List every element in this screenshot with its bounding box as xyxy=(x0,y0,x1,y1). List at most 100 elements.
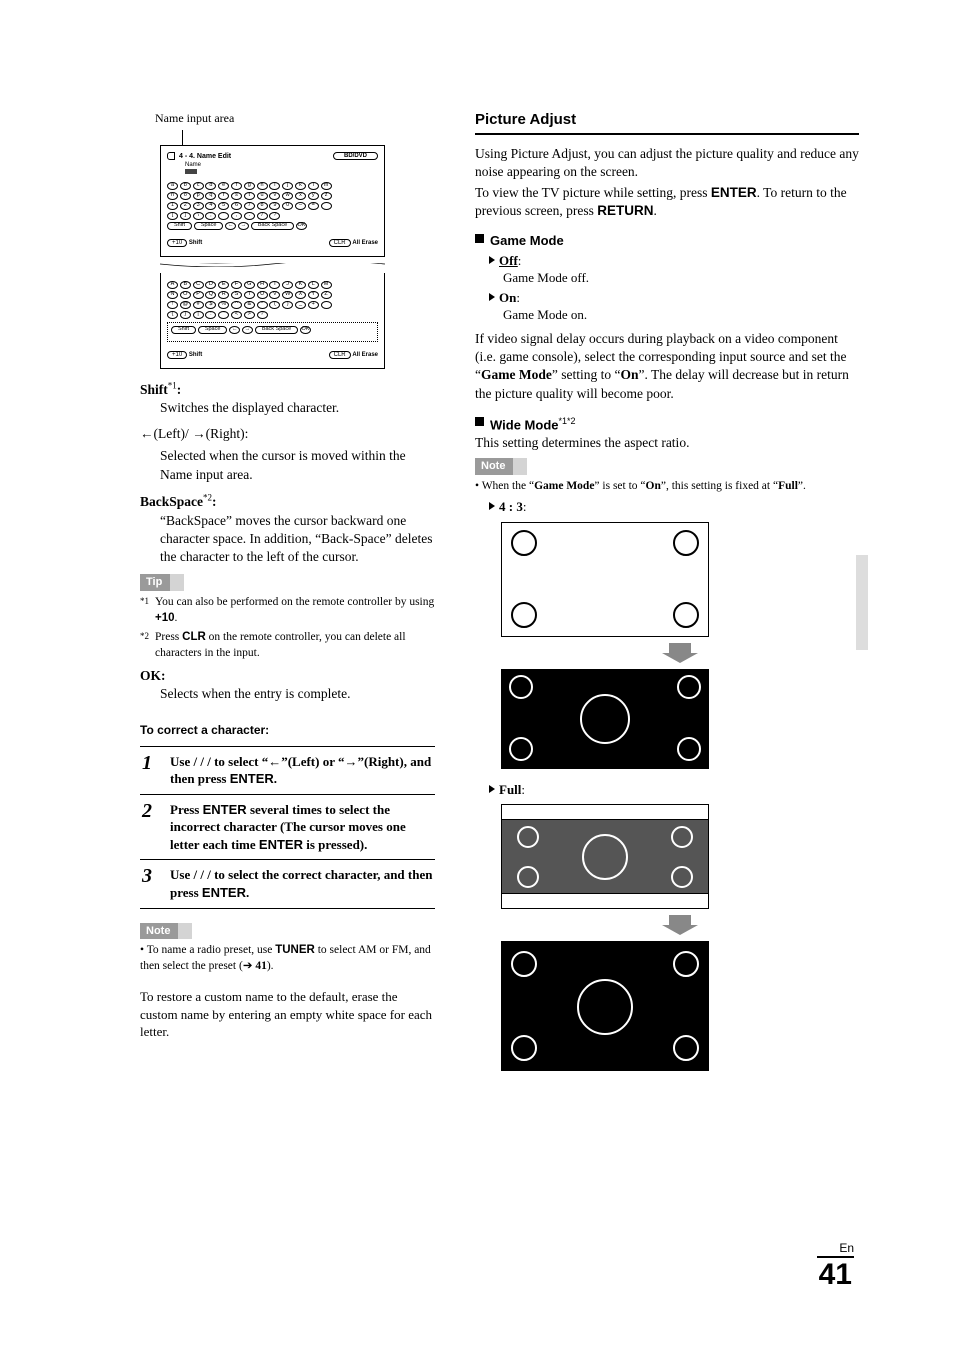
osd-foot-row-2: +10 Shift CLR All Erase xyxy=(167,352,378,358)
osd-key: + xyxy=(308,301,319,309)
osd-fn-dotted: ShiftSpace←→Back SpaceOK xyxy=(167,322,378,342)
osd-key: 4 xyxy=(205,202,216,210)
osd-key: m xyxy=(321,182,332,190)
ok-desc: Selects when the entry is complete. xyxy=(160,685,435,703)
osd-key: E xyxy=(218,281,229,289)
osd-key: Q xyxy=(205,291,216,299)
osd-fn-key: OK xyxy=(300,326,311,334)
diagram-full xyxy=(501,804,859,1071)
osd-uppercase-screen: ABCDEFGHIJKLMNOPQRSTUVWXYZ!@#$%^&*()_+{}… xyxy=(160,267,385,369)
step-1: 1 Use / / / to select “←”(Left) or “→”(R… xyxy=(140,747,435,795)
pa-intro-1: Using Picture Adjust, you can adjust the… xyxy=(475,145,859,181)
wide-mode-section: Wide Mode*1*2 xyxy=(475,415,859,434)
backspace-block: BackSpace*2: “BackSpace” moves the curso… xyxy=(140,492,435,566)
osd-fn-key: Space xyxy=(194,222,224,230)
osd-key: J xyxy=(282,281,293,289)
osd-key: n xyxy=(167,192,178,200)
osd-key: c xyxy=(193,182,204,190)
osd-key: p xyxy=(193,192,204,200)
osd-key: X xyxy=(295,291,306,299)
game-off-desc: Game Mode off. xyxy=(503,269,859,287)
osd-key: N xyxy=(167,291,178,299)
osd-key: $ xyxy=(205,301,216,309)
osd-key: ^ xyxy=(231,301,242,309)
osd-key: [ xyxy=(167,212,178,220)
note-badge-right: Note xyxy=(475,458,527,475)
osd-key: s xyxy=(231,192,242,200)
game-mode-title: Game Mode xyxy=(490,232,564,250)
osd-key: b xyxy=(180,182,191,190)
side-tab xyxy=(856,555,868,650)
osd-key: * xyxy=(257,301,268,309)
osd-key: o xyxy=(180,192,191,200)
osd-key: 6 xyxy=(231,202,242,210)
osd-key: – xyxy=(295,202,306,210)
osd-key: 7 xyxy=(244,202,255,210)
section-bullet-icon xyxy=(475,417,484,426)
osd-foot-row: +10 Shift CLR All Erase xyxy=(167,240,378,246)
arrows-label: ←(Left)/ →(Right): xyxy=(140,425,435,443)
osd-key: H xyxy=(257,281,268,289)
osd-cursor xyxy=(185,169,197,174)
osd-source-badge: BD/DVD xyxy=(333,152,378,160)
osd-key: 3 xyxy=(193,202,204,210)
osd-key: l xyxy=(308,182,319,190)
triangle-icon xyxy=(489,256,495,264)
wide-mode-note: • When the “Game Mode” is set to “On”, t… xyxy=(475,479,859,495)
triangle-icon xyxy=(489,785,495,793)
plus10-pill-2: +10 xyxy=(167,351,187,359)
osd-back-icon xyxy=(167,152,175,160)
tip-badge: Tip xyxy=(140,574,184,591)
osd-key: { xyxy=(167,311,178,319)
game-on-desc: Game Mode on. xyxy=(503,306,859,324)
arrow-down-icon xyxy=(665,643,695,663)
restore-note: To restore a custom name to the default,… xyxy=(140,988,435,1041)
osd-fn-key: Shift xyxy=(167,222,192,230)
osd-key: I xyxy=(269,281,280,289)
osd-key: k xyxy=(295,182,306,190)
ok-block: OK: Selects when the entry is complete. xyxy=(140,667,435,703)
note-badge-left: Note xyxy=(140,923,192,940)
osd-key: F xyxy=(231,281,242,289)
osd-key: K xyxy=(295,281,306,289)
osd-fn-key: Back Space xyxy=(251,222,294,230)
osd-fn-key: Shift xyxy=(171,326,196,334)
page-number: En 41 xyxy=(817,1240,854,1291)
triangle-icon xyxy=(489,502,495,510)
correction-steps: 1 Use / / / to select “←”(Left) or “→”(R… xyxy=(140,746,435,909)
osd-key xyxy=(321,202,332,210)
footnote-2: *2Press CLR on the remote controller, yo… xyxy=(140,630,435,661)
osd-key: V xyxy=(269,291,280,299)
osd-key: D xyxy=(205,281,216,289)
game-mode-section: Game Mode xyxy=(475,232,859,250)
osd-key: ' xyxy=(218,212,229,220)
caption-pointer xyxy=(182,130,183,145)
osd-key: w xyxy=(282,192,293,200)
osd-fn-key: ← xyxy=(229,326,240,334)
osd-key: j xyxy=(282,182,293,190)
to-correct-heading: To correct a character: xyxy=(140,722,435,738)
picture-adjust-heading: Picture Adjust xyxy=(475,110,859,135)
osd-key: } xyxy=(180,311,191,319)
osd-key: 0 xyxy=(282,202,293,210)
osd-name-label: Name xyxy=(185,162,378,168)
osd-key: Z xyxy=(321,291,332,299)
osd-key: d xyxy=(205,182,216,190)
shift-sup: *1 xyxy=(168,380,177,390)
ratio-43-option: 4 : 3: xyxy=(489,498,859,516)
osd-key: 8 xyxy=(257,202,268,210)
footnote-1: *1You can also be performed on the remot… xyxy=(140,595,435,626)
osd-key: U xyxy=(257,291,268,299)
osd-key xyxy=(321,301,332,309)
arrows-desc: Selected when the cursor is moved within… xyxy=(160,447,435,483)
note-radio-preset: • To name a radio preset, use TUNER to s… xyxy=(140,943,435,974)
osd-key: t xyxy=(244,192,255,200)
pa-intro-2: To view the TV picture while setting, pr… xyxy=(475,184,859,220)
name-input-caption: Name input area xyxy=(155,110,435,126)
wide-mode-desc: This setting determines the aspect ratio… xyxy=(475,434,859,452)
osd-fn-key: Back Space xyxy=(255,326,298,334)
clr-pill: CLR xyxy=(329,239,351,247)
osd-key: g xyxy=(244,182,255,190)
osd-key: v xyxy=(269,192,280,200)
osd-fn-row: ShiftSpace←→Back SpaceOK xyxy=(167,222,378,230)
